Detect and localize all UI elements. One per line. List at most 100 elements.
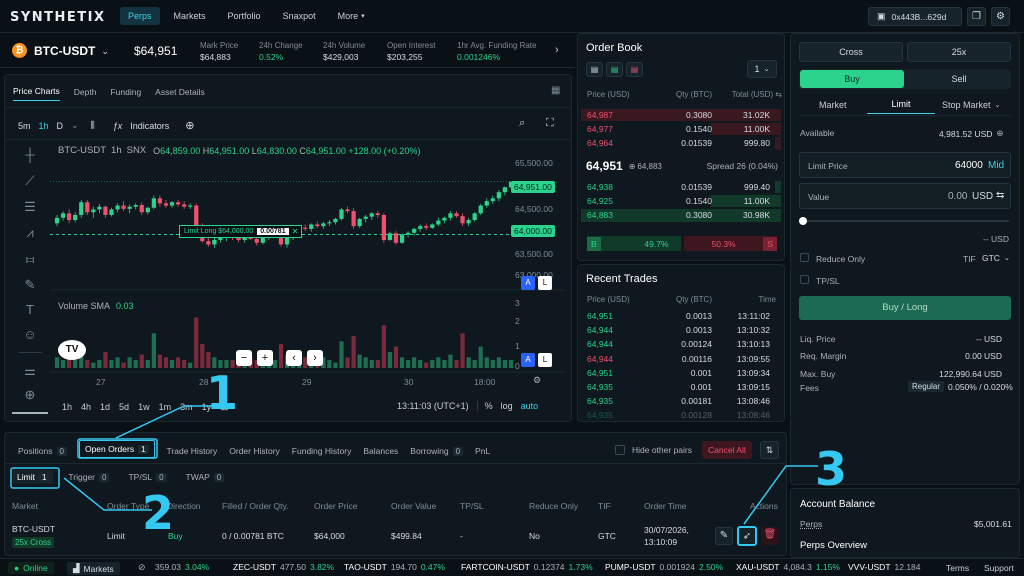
order-type-limit[interactable]: Limit xyxy=(867,96,935,114)
tab-borrowing[interactable]: Borrowing 0 xyxy=(410,446,464,456)
ticker-item[interactable]: VVV-USDT 12.184 xyxy=(848,562,921,572)
value-unit[interactable]: USD xyxy=(972,191,993,202)
alert-l-button[interactable]: L xyxy=(538,276,552,290)
scroll-left-button[interactable]: ‹ xyxy=(286,350,302,366)
view-bids-icon[interactable]: ▤ xyxy=(606,62,623,77)
log-toggle[interactable]: log xyxy=(501,401,513,411)
zoom-icon[interactable]: ⌕ xyxy=(519,117,525,130)
ob-row[interactable]: 64,938 0.01539 999.40 xyxy=(578,180,784,194)
candles-icon[interactable]: ⫼ xyxy=(91,120,95,131)
limit-order-tag[interactable]: Limit Long $64,000.00 0.00781 ✕ xyxy=(179,225,303,238)
emoji-icon[interactable]: ☺ xyxy=(20,326,40,344)
ticker-item[interactable]: ZEC-USDT 477.50 3.82% xyxy=(233,562,334,572)
subtab-trigger[interactable]: Trigger 0 xyxy=(64,470,113,484)
grid-icon[interactable]: ▦ xyxy=(551,85,560,96)
ticker-item[interactable]: XAU-USDT 4,084.3 1.15% xyxy=(736,562,840,572)
limit-price-field[interactable]: Limit Price 64000 Mid xyxy=(799,152,1011,178)
ob-row[interactable]: 64,883 0.3080 30.98K xyxy=(578,208,784,222)
nav-snaxpot[interactable]: Snaxpot xyxy=(275,7,324,25)
percent-toggle[interactable]: % xyxy=(476,401,493,411)
size-slider[interactable] xyxy=(801,220,1009,222)
order-type-market[interactable]: Market xyxy=(819,100,847,110)
range-5d[interactable]: 5d xyxy=(119,402,129,412)
subtab-limit[interactable]: Limit 1 xyxy=(13,470,54,484)
ticker-item[interactable]: FARTCOIN-USDT 0.12374 1.73% xyxy=(461,562,593,572)
ticker-item[interactable]: PUMP-USDT 0.001924 2.50% xyxy=(605,562,723,572)
submit-order-button[interactable]: Buy / Long xyxy=(799,296,1011,320)
step-select[interactable]: 1 ⌄ xyxy=(747,60,777,78)
zoom-out-button[interactable]: − xyxy=(236,350,252,366)
swap-icon[interactable]: ⇆ xyxy=(996,190,1004,201)
ob-row[interactable]: 64,925 0.1540 11.00K xyxy=(578,194,784,208)
zoom-in-button[interactable]: + xyxy=(257,350,273,366)
fx-icon[interactable]: ƒx xyxy=(113,121,123,131)
tab-pnl[interactable]: PnL xyxy=(475,446,490,456)
tab-order-history[interactable]: Order History xyxy=(229,446,280,456)
auto-toggle[interactable]: auto xyxy=(521,401,539,411)
view-asks-icon[interactable]: ▤ xyxy=(626,62,643,77)
range-1w[interactable]: 1w xyxy=(138,402,150,412)
leverage-button[interactable]: 25x xyxy=(907,42,1011,62)
logo[interactable]: SYNTHETIX xyxy=(10,10,106,25)
tab-funding[interactable]: Funding xyxy=(110,87,141,101)
ticker-item[interactable]: 359.03 3.04% xyxy=(155,562,209,572)
footer-markets-button[interactable]: ▟ Markets xyxy=(67,562,120,575)
scroll-right-button[interactable]: › xyxy=(307,350,323,366)
ob-row[interactable]: 64,964 0.01539 999.80 xyxy=(578,136,784,150)
chevron-down-icon[interactable]: ⌄ xyxy=(71,120,79,131)
interval-d[interactable]: D xyxy=(57,121,64,131)
terms-link[interactable]: Terms xyxy=(946,563,969,573)
tif-select[interactable]: GTC ⌄ xyxy=(982,253,1010,263)
tab-asset-details[interactable]: Asset Details xyxy=(155,87,205,101)
chase-order-icon[interactable]: ➶ xyxy=(737,526,757,546)
range-1h[interactable]: 1h xyxy=(62,402,72,412)
pattern-icon[interactable]: ⩘ xyxy=(20,224,40,242)
range-3m[interactable]: 3m xyxy=(180,402,193,412)
order-market[interactable]: BTC-USDT xyxy=(12,524,55,534)
value-input[interactable]: 0.00 xyxy=(948,191,967,202)
tab-depth[interactable]: Depth xyxy=(74,87,97,101)
nav-perps[interactable]: Perps xyxy=(120,7,160,25)
market-selector[interactable]: BTC-USDT ⌄ xyxy=(34,44,109,58)
tab-funding-history[interactable]: Funding History xyxy=(292,446,352,456)
subtab-twap[interactable]: TWAP 0 xyxy=(182,470,229,484)
tab-price-charts[interactable]: Price Charts xyxy=(13,86,60,101)
projection-icon[interactable]: ⧦ xyxy=(20,250,40,268)
zoom-in-icon[interactable]: ⊕ xyxy=(20,386,40,404)
order-type-stop-market[interactable]: Stop Market ⌄ xyxy=(942,100,1000,110)
chevron-right-icon[interactable]: › xyxy=(555,44,559,56)
value-field[interactable]: Value 0.00 USD ⇆ xyxy=(799,183,1011,209)
slider-handle[interactable] xyxy=(799,217,807,225)
cancel-all-button[interactable]: Cancel All xyxy=(702,441,752,459)
ruler-icon[interactable]: ⚌ xyxy=(20,362,40,380)
tab-positions[interactable]: Positions 0 xyxy=(18,446,67,456)
subtab-tpsl[interactable]: TP/SL 0 xyxy=(124,470,170,484)
support-link[interactable]: Support xyxy=(984,563,1014,573)
nav-more[interactable]: More ▾ xyxy=(330,7,373,25)
filter-icon[interactable]: ⇅ xyxy=(760,441,779,459)
range-4h[interactable]: 4h xyxy=(81,402,91,412)
sell-tab[interactable]: Sell xyxy=(907,70,1011,88)
buy-tab[interactable]: Buy xyxy=(800,70,904,88)
tab-open-orders[interactable]: Open Orders 1 xyxy=(78,440,155,458)
alert-a-button[interactable]: A xyxy=(521,353,535,367)
brush-icon[interactable]: ✎ xyxy=(20,276,40,294)
tpsl-checkbox[interactable] xyxy=(800,275,809,284)
settings-icon[interactable]: ⚙ xyxy=(533,375,541,386)
nav-portfolio[interactable]: Portfolio xyxy=(220,7,269,25)
gear-icon[interactable]: ⚙ xyxy=(991,7,1010,26)
cancel-order-icon[interactable]: 🗑 xyxy=(761,527,779,545)
limit-price-value[interactable]: 64000 xyxy=(955,160,983,171)
close-icon[interactable]: ✕ xyxy=(289,227,302,236)
crosshair-icon[interactable]: ┼ xyxy=(20,146,40,164)
plus-circle-icon[interactable]: ⊕ xyxy=(185,119,194,132)
nav-markets[interactable]: Markets xyxy=(166,7,214,25)
margin-mode-button[interactable]: Cross xyxy=(799,42,903,62)
ticker-item[interactable]: TAO-USDT 194.70 0.47% xyxy=(344,562,445,572)
interval-1h[interactable]: 1h xyxy=(39,121,49,131)
tab-balances[interactable]: Balances xyxy=(363,446,398,456)
wallet-button[interactable]: ▣ 0x443B...629d xyxy=(868,7,962,26)
tab-trade-history[interactable]: Trade History xyxy=(167,446,218,456)
indicators-button[interactable]: Indicators xyxy=(130,121,169,131)
text-icon[interactable]: T xyxy=(20,301,40,319)
